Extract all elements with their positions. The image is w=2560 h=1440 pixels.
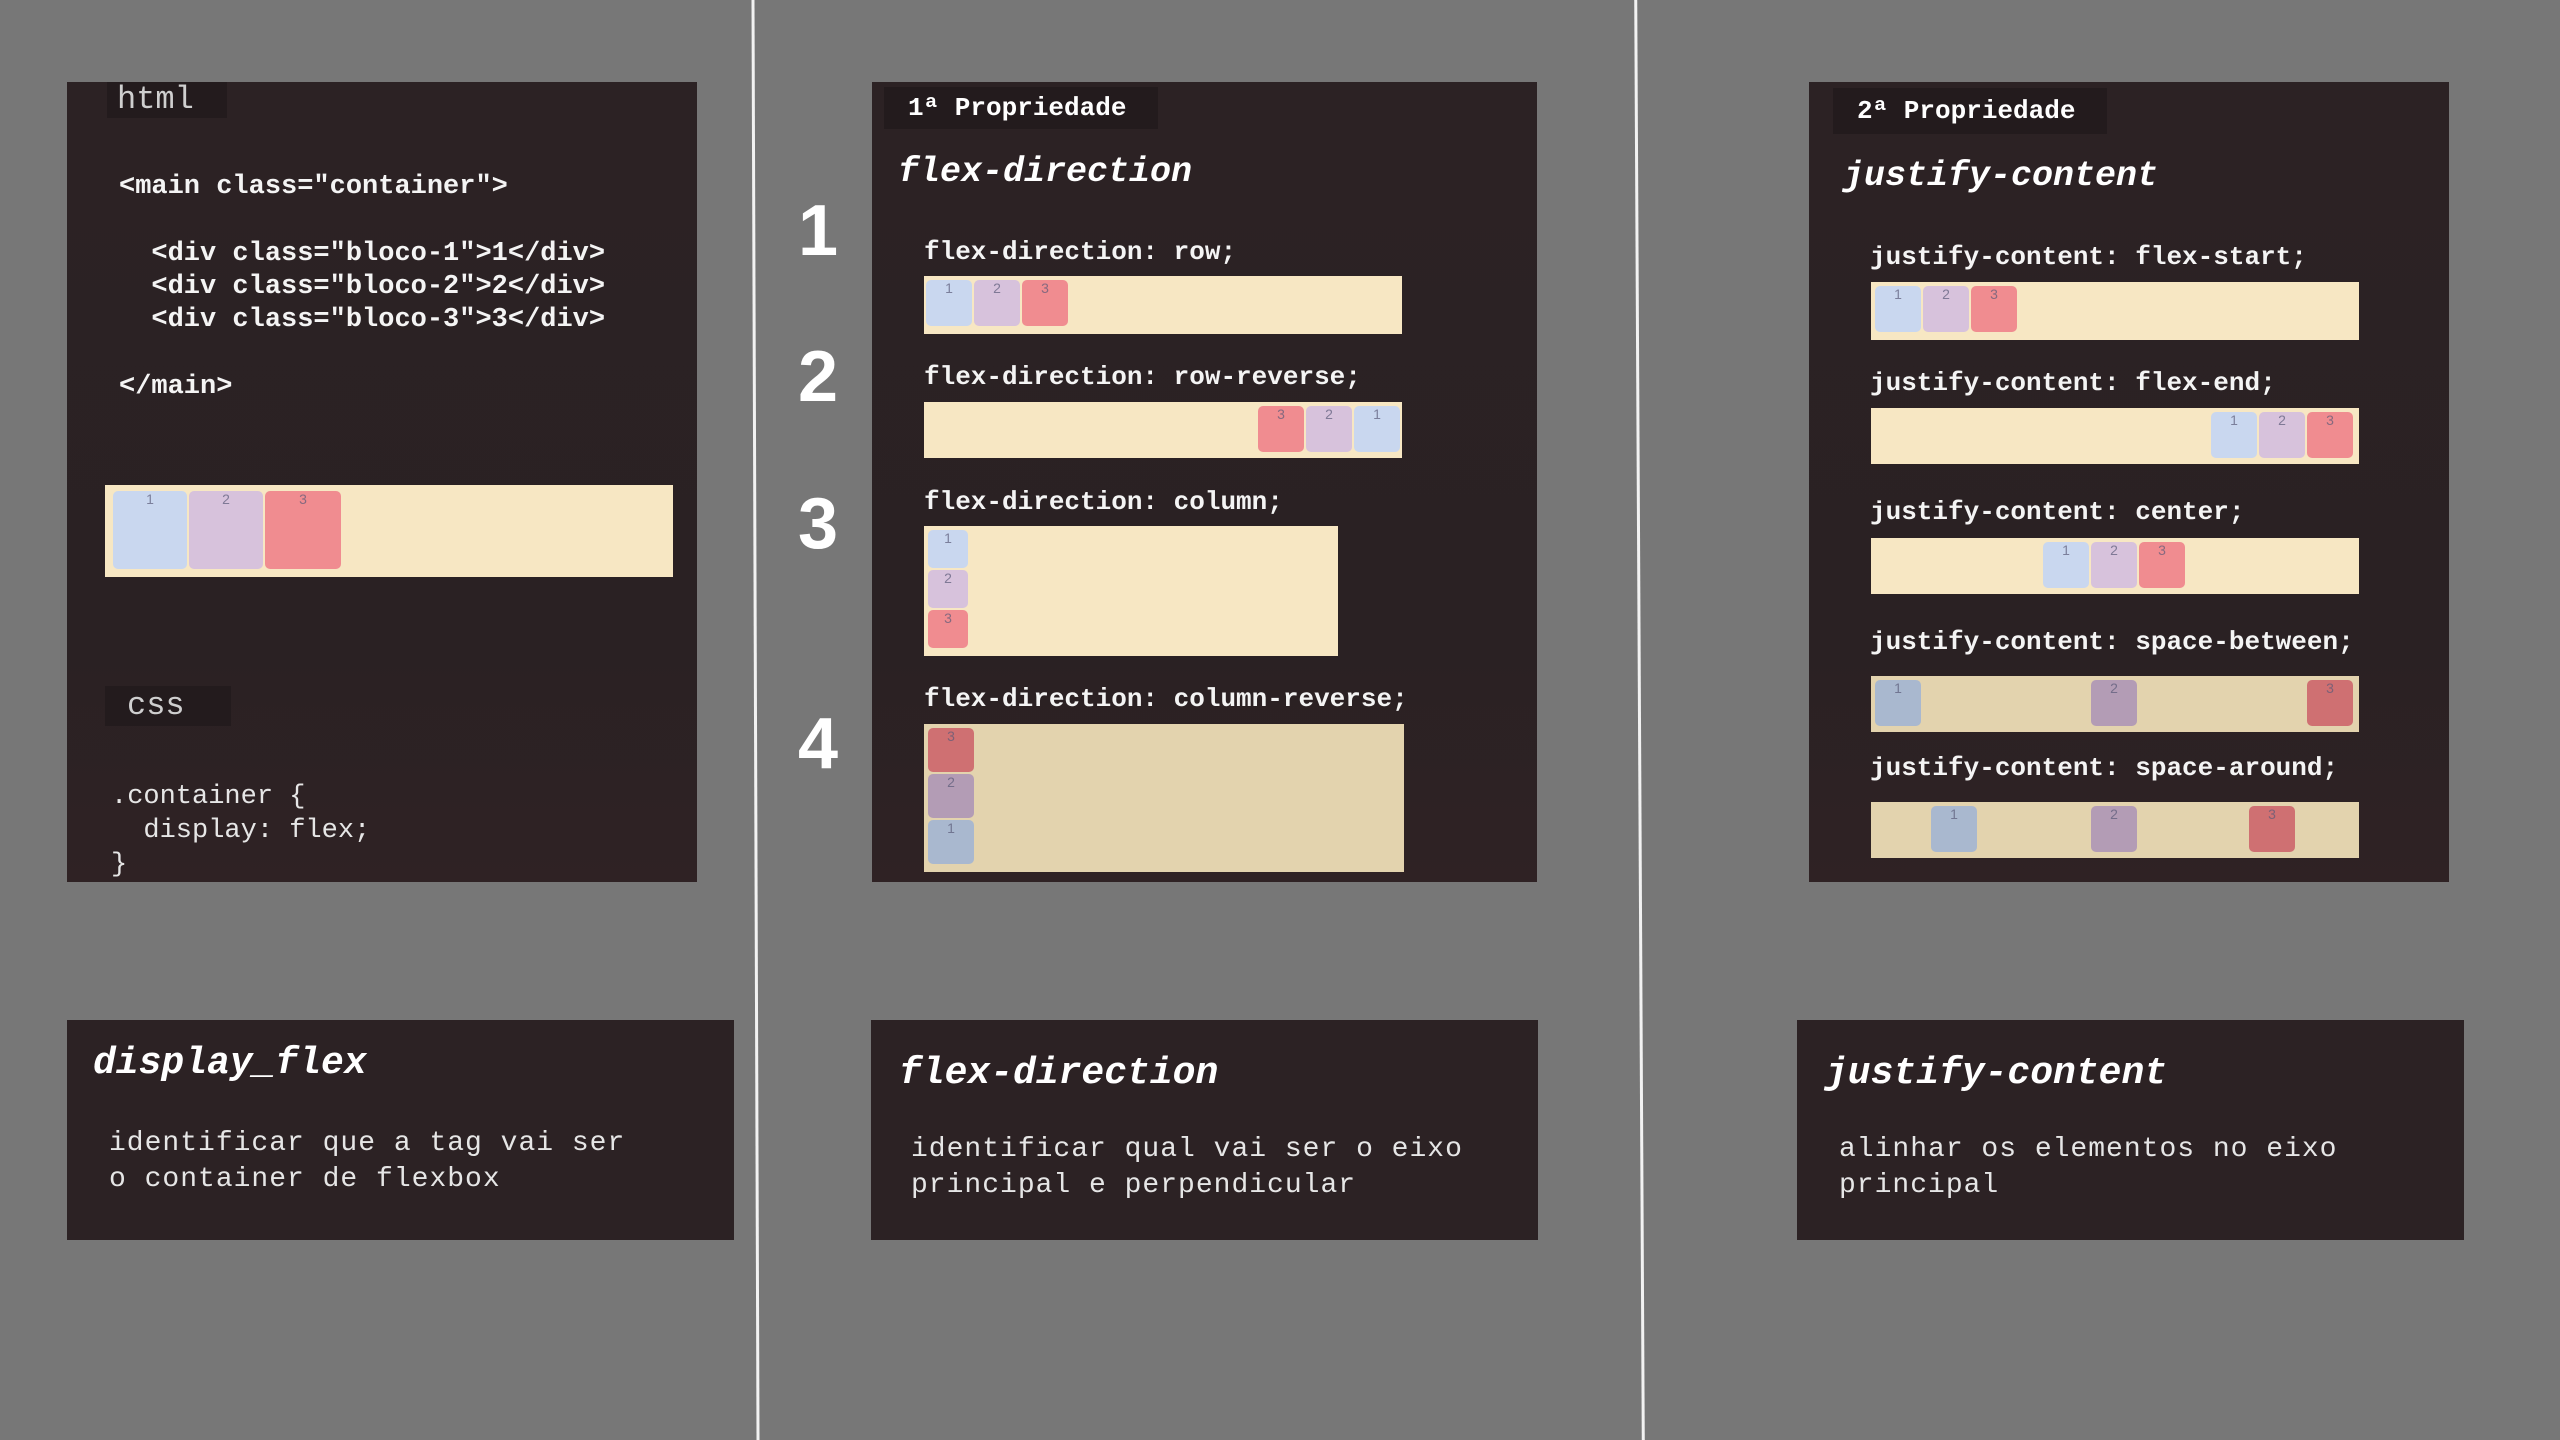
demo-space-around-box-2: 2 bbox=[2091, 806, 2137, 852]
demo-row-reverse-box-2: 2 bbox=[1306, 406, 1352, 452]
caption-justify-content: justify-content alinhar os elementos no … bbox=[1797, 1020, 2464, 1240]
code-line-bloco-1: <div class="bloco-1">1</div> bbox=[119, 239, 606, 269]
demo-row: 1 2 3 bbox=[924, 276, 1402, 334]
demo-column-box-3: 3 bbox=[928, 610, 968, 648]
css-line-display: display: flex; bbox=[111, 816, 371, 846]
caption-display-flex: display_flex identificar que a tag vai s… bbox=[67, 1020, 734, 1240]
demo-flex-start-box-2: 2 bbox=[1923, 286, 1969, 332]
step-number-2: 2 bbox=[798, 337, 839, 417]
demo-flex-start: 1 2 3 bbox=[1871, 282, 2359, 340]
demo-column-box-2: 2 bbox=[928, 570, 968, 608]
demo-center: 1 2 3 bbox=[1871, 538, 2359, 594]
caption-title-justify-content: justify-content bbox=[1825, 1052, 2168, 1095]
demo-flex-start-box-3: 3 bbox=[1971, 286, 2017, 332]
divider-right bbox=[1634, 0, 1645, 1440]
bloco-2-box: 2 bbox=[189, 491, 263, 569]
demo-column-reverse: 3 2 1 bbox=[924, 724, 1404, 872]
demo-space-around: 1 2 3 bbox=[1871, 802, 2359, 858]
rule-label-flex-end: justify-content: flex-end; bbox=[1870, 368, 2276, 398]
bloco-1-box: 1 bbox=[113, 491, 187, 569]
caption-line-2: principal bbox=[1839, 1170, 2000, 1201]
demo-flex-end-box-3: 3 bbox=[2307, 412, 2353, 458]
demo-flex-end-box-1: 1 bbox=[2211, 412, 2257, 458]
demo-center-box-3: 3 bbox=[2139, 542, 2185, 588]
caption-flex-direction: flex-direction identificar qual vai ser … bbox=[871, 1020, 1538, 1240]
demo-row-box-1: 1 bbox=[926, 280, 972, 326]
code-line-bloco-3: <div class="bloco-3">3</div> bbox=[119, 305, 606, 335]
flex-direction-panel: 1ª Propriedade flex-direction flex-direc… bbox=[872, 82, 1537, 882]
rule-label-column: flex-direction: column; bbox=[924, 487, 1283, 517]
rule-label-row: flex-direction: row; bbox=[924, 237, 1237, 267]
html-code-panel: html <main class="container"> <div class… bbox=[67, 82, 697, 882]
css-tag-label: css bbox=[105, 686, 231, 726]
step-number-1: 1 bbox=[798, 191, 839, 271]
code-line-bloco-2: <div class="bloco-2">2</div> bbox=[119, 272, 606, 302]
caption-line-1: identificar qual vai ser o eixo bbox=[911, 1134, 1463, 1165]
demo-column-reverse-box-2: 2 bbox=[928, 774, 974, 818]
caption-line-2: principal e perpendicular bbox=[911, 1170, 1357, 1201]
demo-space-around-box-3: 3 bbox=[2249, 806, 2295, 852]
css-line-close: } bbox=[111, 850, 128, 880]
rule-label-center: justify-content: center; bbox=[1870, 497, 2245, 527]
justify-content-panel: 2ª Propriedade justify-content justify-c… bbox=[1809, 82, 2449, 882]
demo-column-box-1: 1 bbox=[928, 530, 968, 568]
property-title-2: justify-content bbox=[1843, 156, 2159, 196]
demo-column-reverse-box-1: 1 bbox=[928, 820, 974, 864]
property-title: flex-direction bbox=[898, 152, 1193, 192]
bloco-3-box: 3 bbox=[265, 491, 341, 569]
css-line-selector: .container { bbox=[111, 782, 306, 812]
step-number-3: 3 bbox=[798, 484, 839, 564]
demo-space-between: 1 2 3 bbox=[1871, 676, 2359, 732]
demo-row-box-2: 2 bbox=[974, 280, 1020, 326]
demo-column-reverse-box-3: 3 bbox=[928, 728, 974, 772]
demo-space-between-box-1: 1 bbox=[1875, 680, 1921, 726]
code-line-main-close: </main> bbox=[119, 372, 233, 402]
rule-label-space-between: justify-content: space-between; bbox=[1870, 627, 2354, 657]
html-tag-label: html bbox=[107, 82, 227, 118]
property-badge: 1ª Propriedade bbox=[884, 87, 1158, 129]
code-line-main-open: <main class="container"> bbox=[119, 172, 508, 202]
caption-title-display-flex: display_flex bbox=[93, 1042, 367, 1085]
demo-space-between-box-3: 3 bbox=[2307, 680, 2353, 726]
caption-line-1: identificar que a tag vai ser bbox=[109, 1128, 626, 1159]
rule-label-flex-start: justify-content: flex-start; bbox=[1870, 242, 2307, 272]
demo-space-between-box-2: 2 bbox=[2091, 680, 2137, 726]
divider-left bbox=[751, 0, 760, 1440]
demo-row-box-3: 3 bbox=[1022, 280, 1068, 326]
demo-flex-end-box-2: 2 bbox=[2259, 412, 2305, 458]
rule-label-space-around: justify-content: space-around; bbox=[1870, 753, 2339, 783]
demo-row-reverse-box-3: 3 bbox=[1258, 406, 1304, 452]
demo-center-box-1: 1 bbox=[2043, 542, 2089, 588]
rule-label-column-reverse: flex-direction: column-reverse; bbox=[924, 684, 1408, 714]
demo-center-box-2: 2 bbox=[2091, 542, 2137, 588]
rule-label-row-reverse: flex-direction: row-reverse; bbox=[924, 362, 1361, 392]
demo-space-around-box-1: 1 bbox=[1931, 806, 1977, 852]
demo-flex-end: 1 2 3 bbox=[1871, 408, 2359, 464]
step-number-4: 4 bbox=[798, 704, 839, 784]
property-badge-2: 2ª Propriedade bbox=[1833, 88, 2107, 134]
demo-row-reverse: 3 2 1 bbox=[924, 402, 1402, 458]
caption-line-2: o container de flexbox bbox=[109, 1164, 501, 1195]
caption-title-flex-direction: flex-direction bbox=[899, 1052, 1219, 1095]
demo-flex-start-box-1: 1 bbox=[1875, 286, 1921, 332]
flex-container-demo: 1 2 3 bbox=[105, 485, 673, 577]
demo-column: 1 2 3 bbox=[924, 526, 1338, 656]
caption-line-1: alinhar os elementos no eixo bbox=[1839, 1134, 2338, 1165]
demo-row-reverse-box-1: 1 bbox=[1354, 406, 1400, 452]
